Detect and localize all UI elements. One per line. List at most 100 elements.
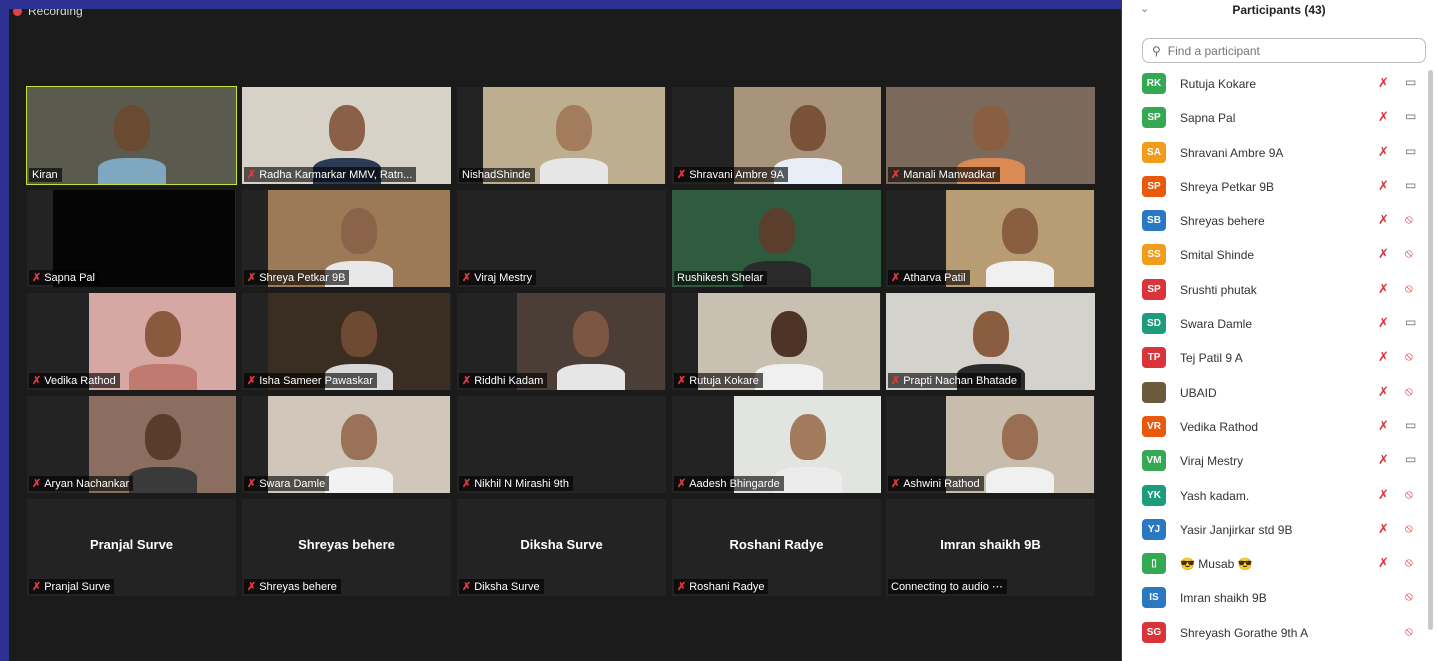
video-tile[interactable]: ✗ Sapna Pal bbox=[27, 190, 236, 287]
muted-mic-icon[interactable]: ✗ bbox=[1378, 144, 1389, 160]
camera-icon[interactable]: ▭ bbox=[1405, 418, 1416, 432]
video-tile[interactable]: ✗ Ashwini Rathod bbox=[886, 396, 1095, 493]
participant-row[interactable]: SS Smital Shinde ✗ ⦸ bbox=[1122, 238, 1428, 272]
video-tile[interactable]: ✗ Rutuja Kokare bbox=[672, 293, 881, 390]
tile-display-name: Imran shaikh 9B bbox=[940, 537, 1041, 552]
muted-mic-icon: ✗ bbox=[462, 581, 472, 593]
camera-off-icon[interactable]: ⦸ bbox=[1405, 281, 1413, 296]
camera-off-icon[interactable]: ⦸ bbox=[1405, 487, 1413, 502]
video-tile[interactable]: ✗ Manali Manwadkar bbox=[886, 87, 1095, 184]
participant-face bbox=[556, 105, 592, 151]
camera-icon[interactable]: ▭ bbox=[1405, 452, 1416, 466]
tile-name-text: Riddhi Kadam bbox=[474, 374, 544, 387]
video-tile[interactable]: ✗ Riddhi Kadam bbox=[457, 293, 666, 390]
video-tile[interactable]: ✗ Aryan Nachankar bbox=[27, 396, 236, 493]
muted-mic-icon[interactable]: ✗ bbox=[1378, 349, 1389, 365]
muted-mic-icon[interactable]: ✗ bbox=[1378, 178, 1389, 194]
video-tile[interactable]: ✗ Shravani Ambre 9A bbox=[672, 87, 881, 184]
video-tile[interactable]: ✗ Swara Damle bbox=[242, 396, 451, 493]
muted-mic-icon[interactable]: ✗ bbox=[1378, 281, 1389, 297]
participant-row[interactable]: SB Shreyas behere ✗ ⦸ bbox=[1122, 204, 1428, 238]
participant-row[interactable]: SP Shreya Petkar 9B ✗ ▭ bbox=[1122, 170, 1428, 204]
camera-off-icon[interactable]: ⦸ bbox=[1405, 349, 1413, 364]
participant-row[interactable]: SD Swara Damle ✗ ▭ bbox=[1122, 307, 1428, 341]
camera-icon[interactable]: ▭ bbox=[1405, 178, 1416, 192]
search-input[interactable] bbox=[1165, 42, 1410, 59]
participant-row[interactable]: ▯ 😎 Musab 😎 ✗ ⦸ bbox=[1122, 547, 1428, 581]
participant-row[interactable]: YJ Yasir Janjirkar std 9B ✗ ⦸ bbox=[1122, 513, 1428, 547]
participant-row[interactable]: SA Shravani Ambre 9A ✗ ▭ bbox=[1122, 136, 1428, 170]
tile-name-label: ✗ Ashwini Rathod bbox=[888, 476, 984, 491]
muted-mic-icon[interactable]: ✗ bbox=[1378, 418, 1389, 434]
video-tile[interactable]: ✗ Aadesh Bhingarde bbox=[672, 396, 881, 493]
tile-name-label: ✗ Roshani Radye bbox=[674, 579, 769, 594]
camera-off-icon[interactable]: ⦸ bbox=[1405, 589, 1413, 604]
participant-body bbox=[557, 364, 625, 390]
participant-row[interactable]: VR Vedika Rathod ✗ ▭ bbox=[1122, 410, 1428, 444]
video-tile[interactable]: ✗ Vedika Rathod bbox=[27, 293, 236, 390]
participant-row[interactable]: RK Rutuja Kokare ✗ ▭ bbox=[1122, 67, 1428, 101]
video-tile[interactable]: ✗ Viraj Mestry bbox=[457, 190, 666, 287]
tile-name-label: ✗ Isha Sameer Pawaskar bbox=[244, 373, 377, 388]
participant-row[interactable]: IS Imran shaikh 9B ⦸ bbox=[1122, 581, 1428, 615]
muted-mic-icon[interactable]: ✗ bbox=[1378, 384, 1389, 400]
camera-icon[interactable]: ▭ bbox=[1405, 144, 1416, 158]
video-tile[interactable]: Pranjal Surve ✗ Pranjal Surve bbox=[27, 499, 236, 596]
video-tile[interactable]: Roshani Radye ✗ Roshani Radye bbox=[672, 499, 881, 596]
camera-off-icon[interactable]: ⦸ bbox=[1405, 555, 1413, 570]
tile-name-text: Manali Manwadkar bbox=[903, 168, 996, 181]
video-tile[interactable]: Diksha Surve ✗ Diksha Surve bbox=[457, 499, 666, 596]
tile-name-label: ✗ Shreyas behere bbox=[244, 579, 341, 594]
muted-mic-icon[interactable]: ✗ bbox=[1378, 109, 1389, 125]
camera-off-icon[interactable]: ⦸ bbox=[1405, 246, 1413, 261]
video-tile[interactable]: ✗ Radha Karmarkar MMV, Ratn... bbox=[242, 87, 451, 184]
tile-name-text: Swara Damle bbox=[259, 477, 326, 490]
video-tile[interactable]: Imran shaikh 9B Connecting to audio ⋯ bbox=[886, 499, 1095, 596]
video-tile[interactable]: ✗ Atharva Patil bbox=[886, 190, 1095, 287]
tile-name-text: Rushikesh Shelar bbox=[677, 272, 764, 284]
video-tile[interactable]: Kiran bbox=[26, 86, 237, 185]
muted-mic-icon[interactable]: ✗ bbox=[1378, 452, 1389, 468]
participant-row[interactable]: SP Srushti phutak ✗ ⦸ bbox=[1122, 273, 1428, 307]
participant-row[interactable]: TP Tej Patil 9 A ✗ ⦸ bbox=[1122, 341, 1428, 375]
participant-search[interactable]: ⚲ bbox=[1142, 38, 1426, 63]
muted-mic-icon: ✗ bbox=[247, 272, 257, 284]
participant-face bbox=[328, 105, 365, 151]
tile-name-text: Shreya Petkar 9B bbox=[259, 271, 346, 284]
tile-display-name: Pranjal Surve bbox=[89, 537, 174, 552]
camera-icon[interactable]: ▭ bbox=[1405, 109, 1416, 123]
avatar: SB bbox=[1142, 210, 1166, 232]
participant-row[interactable]: SP Sapna Pal ✗ ▭ bbox=[1122, 101, 1428, 135]
muted-mic-icon: ✗ bbox=[677, 478, 687, 490]
video-gallery: Recording Kiran ✗ Radha Karmarkar MMV, Rat… bbox=[9, 9, 1121, 661]
camera-icon[interactable]: ▭ bbox=[1405, 75, 1416, 89]
video-tile[interactable]: ✗ Nikhil N Mirashi 9th bbox=[457, 396, 666, 493]
video-tile[interactable]: Shreyas behere ✗ Shreyas behere bbox=[242, 499, 451, 596]
muted-mic-icon[interactable]: ✗ bbox=[1378, 315, 1389, 331]
participant-row[interactable]: VM Viraj Mestry ✗ ▭ bbox=[1122, 444, 1428, 478]
video-tile[interactable]: ✗ Isha Sameer Pawaskar bbox=[242, 293, 451, 390]
camera-off-icon[interactable]: ⦸ bbox=[1405, 521, 1413, 536]
camera-icon[interactable]: ▭ bbox=[1405, 315, 1416, 329]
muted-mic-icon[interactable]: ✗ bbox=[1378, 212, 1389, 228]
camera-off-icon[interactable]: ⦸ bbox=[1405, 212, 1413, 227]
scrollbar[interactable] bbox=[1428, 70, 1433, 630]
participant-face bbox=[113, 105, 150, 151]
muted-mic-icon[interactable]: ✗ bbox=[1378, 521, 1389, 537]
participant-row[interactable]: UBAID ✗ ⦸ bbox=[1122, 376, 1428, 410]
camera-off-icon[interactable]: ⦸ bbox=[1405, 624, 1413, 639]
muted-mic-icon[interactable]: ✗ bbox=[1378, 246, 1389, 262]
participant-row[interactable]: YK Yash kadam. ✗ ⦸ bbox=[1122, 479, 1428, 513]
tile-display-name: Roshani Radye bbox=[729, 537, 824, 552]
video-tile[interactable]: ✗ Shreya Petkar 9B bbox=[242, 190, 451, 287]
video-tile[interactable]: NishadShinde bbox=[457, 87, 666, 184]
video-tile[interactable]: Rushikesh Shelar bbox=[672, 190, 881, 287]
avatar: SP bbox=[1142, 175, 1166, 197]
tile-display-name: Diksha Surve bbox=[520, 537, 603, 552]
muted-mic-icon[interactable]: ✗ bbox=[1378, 555, 1389, 571]
camera-off-icon[interactable]: ⦸ bbox=[1405, 384, 1413, 399]
muted-mic-icon[interactable]: ✗ bbox=[1378, 75, 1389, 91]
video-tile[interactable]: ✗ Prapti Nachan Bhatade bbox=[886, 293, 1095, 390]
participant-row[interactable]: SG Shreyash Gorathe 9th A ⦸ bbox=[1122, 616, 1428, 650]
muted-mic-icon[interactable]: ✗ bbox=[1378, 487, 1389, 503]
